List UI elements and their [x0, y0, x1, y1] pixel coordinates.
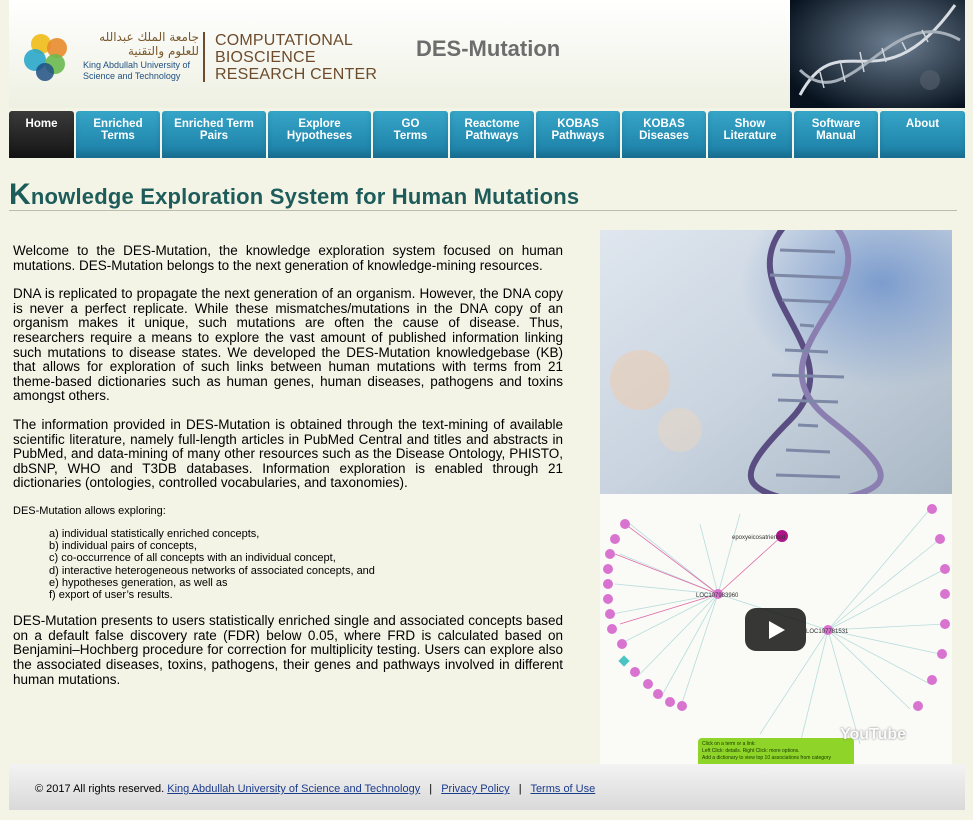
nav-reactome-pathways[interactable]: Reactome Pathways [450, 111, 534, 158]
explore-list: a) individual statistically enriched con… [49, 528, 563, 601]
site-header: جامعة الملك عبدالله للعلوم والتقنية King… [9, 0, 965, 108]
privacy-policy-link[interactable]: Privacy Policy [441, 783, 509, 795]
page-title: Knowledge Exploration System for Human M… [9, 178, 579, 212]
nav-go-terms[interactable]: GO Terms [373, 111, 448, 158]
university-arabic-name: جامعة الملك عبدالله للعلوم والتقنية [99, 30, 199, 58]
fdr-paragraph: DES-Mutation presents to users statistic… [13, 613, 563, 687]
intro-paragraph: Welcome to the DES-Mutation, the knowled… [13, 243, 563, 273]
nav-enriched-terms[interactable]: Enriched Terms [76, 111, 160, 158]
site-footer: © 2017 All rights reserved. King Abdulla… [9, 764, 965, 810]
dna-helix-image [600, 230, 952, 494]
list-item: b) individual pairs of concepts, [49, 540, 197, 553]
list-item: c) co-occurrence of all concepts with an… [49, 552, 336, 565]
graph-node-label: epoxyeicosatrienoid [732, 535, 785, 541]
list-item: f) export of user’s results. [49, 588, 173, 601]
dna-header-image [790, 0, 965, 108]
nav-kobas-diseases[interactable]: KOBAS Diseases [622, 111, 706, 158]
hint-line: Add a dictionary to view top 10 associat… [702, 755, 831, 761]
information-paragraph: The information provided in DES-Mutation… [13, 416, 563, 491]
list-item: a) individual statistically enriched con… [49, 527, 260, 540]
main-content: Welcome to the DES-Mutation, the knowled… [13, 243, 563, 701]
nav-home[interactable]: Home [9, 111, 74, 158]
footer-separator: | [429, 783, 433, 795]
main-navigation: Home Enriched Terms Enriched Term Pairs … [9, 111, 965, 158]
footer-separator: | [518, 783, 522, 795]
center-name: Computational Bioscience Research Center [215, 32, 378, 83]
terms-of-use-link[interactable]: Terms of Use [530, 783, 595, 795]
nav-explore-hypotheses[interactable]: Explore Hypotheses [268, 111, 371, 158]
nav-kobas-pathways[interactable]: KOBAS Pathways [536, 111, 620, 158]
logo-divider [203, 32, 205, 82]
dna-paragraph: DNA is replicated to propagate the next … [13, 286, 563, 404]
university-name: King Abdullah University of Science and … [83, 60, 191, 81]
copyright-text: © 2017 All rights reserved. [35, 783, 165, 795]
hint-line: Left Click: details. Right Click: more o… [702, 748, 800, 754]
list-item: e) hypotheses generation, as well as [49, 576, 228, 589]
nav-show-literature[interactable]: Show Literature [708, 111, 792, 158]
kaust-logo-icon[interactable] [19, 30, 77, 84]
explore-intro: DES-Mutation allows exploring: [13, 504, 166, 517]
nav-enriched-term-pairs[interactable]: Enriched Term Pairs [162, 111, 266, 158]
youtube-logo[interactable]: YouTube [840, 726, 906, 744]
play-button[interactable] [745, 608, 806, 651]
nav-software-manual[interactable]: Software Manual [794, 111, 878, 158]
hint-line: Click on a term or a link: [702, 741, 756, 747]
graph-node-label: LOC107781531 [806, 629, 849, 635]
heading-divider [9, 210, 957, 211]
page-title-rest: nowledge Exploration System for Human Mu… [30, 184, 580, 209]
graph-hint-box: Click on a term or a link: Left Click: d… [698, 738, 854, 764]
kaust-link[interactable]: King Abdullah University of Science and … [167, 783, 420, 795]
nav-about[interactable]: About [880, 111, 965, 158]
video-player[interactable]: LOC107983960 LOC107781531 epoxyeicosatri… [600, 494, 952, 764]
list-item: d) interactive heterogeneous networks of… [49, 564, 375, 577]
graph-node-label: LOC107983960 [696, 593, 739, 599]
app-title: DES-Mutation [416, 36, 561, 61]
page-title-initial: K [9, 178, 31, 211]
